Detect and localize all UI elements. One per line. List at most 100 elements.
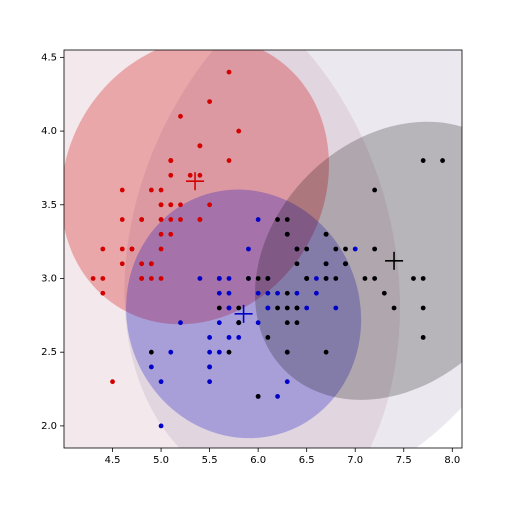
cluster-red-point bbox=[159, 276, 164, 281]
cluster-blue-point bbox=[285, 379, 290, 384]
cluster-red-point bbox=[236, 129, 241, 134]
cluster-red-point bbox=[100, 247, 105, 252]
cluster-red-point bbox=[139, 276, 144, 281]
cluster-red-point bbox=[198, 217, 203, 222]
cluster-blue-point bbox=[227, 291, 232, 296]
cluster-red-point bbox=[178, 217, 183, 222]
cluster-black-point bbox=[285, 291, 290, 296]
cluster-blue-point bbox=[295, 291, 300, 296]
cluster-blue-point bbox=[217, 276, 222, 281]
x-tick-label: 6.5 bbox=[299, 455, 315, 466]
cluster-red-point bbox=[159, 202, 164, 207]
cluster-blue-point bbox=[314, 276, 319, 281]
cluster-red-point bbox=[178, 114, 183, 119]
cluster-black-point bbox=[372, 188, 377, 193]
cluster-black-point bbox=[149, 350, 154, 355]
cluster-blue-point bbox=[207, 365, 212, 370]
cluster-blue-point bbox=[275, 291, 280, 296]
cluster-blue-point bbox=[159, 423, 164, 428]
cluster-red-point bbox=[227, 158, 232, 163]
cluster-black-point bbox=[295, 306, 300, 311]
cluster-red-point bbox=[159, 247, 164, 252]
cluster-black-point bbox=[324, 261, 329, 266]
scatter-gmm-chart: 4.55.05.56.06.57.07.58.02.02.53.03.54.04… bbox=[0, 0, 512, 512]
cluster-black-point bbox=[440, 158, 445, 163]
cluster-black-point bbox=[421, 276, 426, 281]
cluster-blue-point bbox=[207, 335, 212, 340]
cluster-red-point bbox=[120, 217, 125, 222]
cluster-black-point bbox=[265, 276, 270, 281]
x-tick-label: 7.5 bbox=[396, 455, 412, 466]
cluster-blue-point bbox=[217, 320, 222, 325]
cluster-red-point bbox=[159, 188, 164, 193]
cluster-black-point bbox=[265, 335, 270, 340]
cluster-black-point bbox=[236, 306, 241, 311]
cluster-red-point bbox=[120, 247, 125, 252]
cluster-blue-point bbox=[207, 379, 212, 384]
cluster-red-point bbox=[149, 188, 154, 193]
cluster-blue-point bbox=[227, 335, 232, 340]
cluster-blue-point bbox=[314, 291, 319, 296]
cluster-black-point bbox=[236, 320, 241, 325]
cluster-red-point bbox=[207, 202, 212, 207]
cluster-black-point bbox=[304, 276, 309, 281]
cluster-black-point bbox=[285, 217, 290, 222]
cluster-black-point bbox=[333, 276, 338, 281]
cluster-blue-point bbox=[227, 306, 232, 311]
cluster-black-point bbox=[324, 232, 329, 237]
cluster-black-point bbox=[295, 247, 300, 252]
cluster-black-point bbox=[333, 247, 338, 252]
cluster-black-point bbox=[217, 306, 222, 311]
cluster-blue-point bbox=[265, 291, 270, 296]
cluster-red-point bbox=[168, 202, 173, 207]
cluster-blue-point bbox=[198, 276, 203, 281]
cluster-black-point bbox=[285, 350, 290, 355]
cluster-blue-point bbox=[256, 291, 261, 296]
cluster-black-point bbox=[324, 350, 329, 355]
cluster-red-point bbox=[168, 232, 173, 237]
cluster-black-point bbox=[421, 306, 426, 311]
cluster-blue-point bbox=[256, 217, 261, 222]
cluster-red-point bbox=[110, 379, 115, 384]
cluster-black-point bbox=[382, 291, 387, 296]
y-tick-label: 4.5 bbox=[41, 52, 57, 63]
cluster-red-point bbox=[168, 158, 173, 163]
cluster-red-point bbox=[227, 70, 232, 75]
cluster-blue-point bbox=[265, 306, 270, 311]
cluster-black-point bbox=[295, 261, 300, 266]
cluster-black-point bbox=[275, 217, 280, 222]
y-tick-label: 4.0 bbox=[41, 126, 57, 137]
cluster-black-point bbox=[372, 247, 377, 252]
cluster-red-point bbox=[198, 173, 203, 178]
cluster-red-point bbox=[159, 217, 164, 222]
cluster-blue-point bbox=[227, 276, 232, 281]
cluster-blue-point bbox=[275, 394, 280, 399]
cluster-red-point bbox=[168, 217, 173, 222]
cluster-blue-point bbox=[353, 247, 358, 252]
cluster-blue-point bbox=[246, 247, 251, 252]
cluster-red-point bbox=[100, 276, 105, 281]
cluster-red-point bbox=[139, 261, 144, 266]
cluster-black-point bbox=[256, 394, 261, 399]
y-tick-label: 3.5 bbox=[41, 200, 57, 211]
cluster-black-point bbox=[246, 276, 251, 281]
cluster-black-point bbox=[275, 306, 280, 311]
cluster-black-point bbox=[324, 276, 329, 281]
cluster-blue-point bbox=[217, 350, 222, 355]
cluster-red-point bbox=[168, 173, 173, 178]
cluster-black-point bbox=[295, 320, 300, 325]
cluster-blue-point bbox=[149, 365, 154, 370]
cluster-black-point bbox=[343, 247, 348, 252]
cluster-red-point bbox=[139, 217, 144, 222]
x-tick-label: 6.0 bbox=[250, 455, 266, 466]
cluster-red-point bbox=[149, 261, 154, 266]
cluster-blue-point bbox=[207, 350, 212, 355]
cluster-red-point bbox=[130, 247, 135, 252]
cluster-red-point bbox=[120, 261, 125, 266]
cluster-red-point bbox=[100, 291, 105, 296]
cluster-red-point bbox=[207, 99, 212, 104]
x-tick-label: 8.0 bbox=[444, 455, 460, 466]
y-tick-label: 3.0 bbox=[41, 273, 57, 284]
cluster-blue-point bbox=[168, 350, 173, 355]
cluster-blue-point bbox=[217, 291, 222, 296]
